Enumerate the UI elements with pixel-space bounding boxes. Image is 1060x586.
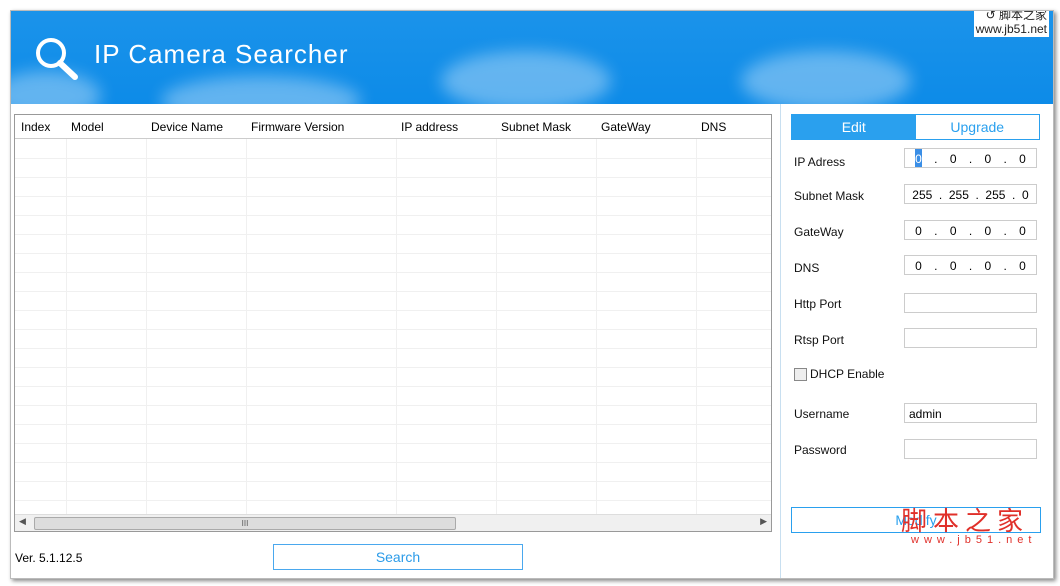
col-mask[interactable]: Subnet Mask bbox=[501, 120, 571, 134]
app-window: IP Camera Searcher ↺ 脚本之家 www.jb51.net In… bbox=[10, 10, 1054, 579]
search-logo-icon bbox=[36, 38, 78, 80]
col-ip[interactable]: IP address bbox=[401, 120, 458, 134]
column-divider bbox=[496, 139, 497, 515]
table-row bbox=[15, 386, 771, 406]
table-row bbox=[15, 424, 771, 444]
dns-field[interactable]: 0.0.0.0 bbox=[904, 255, 1037, 275]
column-divider bbox=[696, 139, 697, 515]
table-row bbox=[15, 139, 771, 159]
watermark-text: 脚本之家 bbox=[901, 507, 1030, 537]
table-row bbox=[15, 310, 771, 330]
column-divider bbox=[396, 139, 397, 515]
scroll-thumb[interactable]: III bbox=[34, 517, 456, 530]
column-divider bbox=[66, 139, 67, 515]
dns-label: DNS bbox=[794, 261, 820, 275]
table-row bbox=[15, 291, 771, 311]
table-row bbox=[15, 234, 771, 254]
column-divider bbox=[246, 139, 247, 515]
version-label: Ver. 5.1.12.5 bbox=[15, 551, 83, 565]
mask-field[interactable]: 255. 255. 255. 0 bbox=[904, 184, 1037, 204]
app-title: IP Camera Searcher bbox=[94, 39, 349, 69]
rtsp-port-label: Rtsp Port bbox=[794, 333, 845, 347]
refresh-icon[interactable]: ↺ bbox=[986, 11, 999, 22]
rtsp-port-field[interactable] bbox=[904, 328, 1037, 348]
column-divider bbox=[146, 139, 147, 515]
table-row bbox=[15, 329, 771, 349]
username-field[interactable]: admin bbox=[904, 403, 1037, 423]
table-row bbox=[15, 272, 771, 292]
password-field[interactable] bbox=[904, 439, 1037, 459]
table-row bbox=[15, 196, 771, 216]
panel-tabs: Edit Upgrade bbox=[791, 114, 1040, 140]
watermark-url: www.jb51.net bbox=[911, 534, 1037, 546]
dhcp-label: DHCP Enable bbox=[810, 367, 885, 381]
http-port-label: Http Port bbox=[794, 297, 842, 311]
col-index[interactable]: Index bbox=[21, 120, 50, 134]
col-device-name[interactable]: Device Name bbox=[151, 120, 223, 134]
dhcp-checkbox[interactable] bbox=[794, 368, 807, 381]
gateway-field[interactable]: 0.0.0.0 bbox=[904, 220, 1037, 240]
ip-label: IP Adress bbox=[794, 155, 846, 169]
password-label: Password bbox=[794, 443, 847, 457]
device-table[interactable]: Index Model Device Name Firmware Version… bbox=[14, 114, 772, 532]
tab-edit[interactable]: Edit bbox=[792, 115, 916, 139]
col-model[interactable]: Model bbox=[71, 120, 104, 134]
ip-field[interactable]: 0.0.0.0 bbox=[904, 148, 1037, 168]
table-row bbox=[15, 215, 771, 235]
table-row bbox=[15, 253, 771, 273]
table-header: Index Model Device Name Firmware Version… bbox=[15, 115, 771, 139]
http-port-field[interactable] bbox=[904, 293, 1037, 313]
gateway-label: GateWay bbox=[794, 225, 844, 239]
tab-upgrade[interactable]: Upgrade bbox=[916, 115, 1040, 139]
table-row bbox=[15, 158, 771, 178]
table-row bbox=[15, 405, 771, 425]
mask-label: Subnet Mask bbox=[794, 189, 865, 203]
table-row bbox=[15, 348, 771, 368]
table-row bbox=[15, 177, 771, 197]
watermark-top: ↺ 脚本之家 www.jb51.net bbox=[973, 11, 1049, 37]
table-row bbox=[15, 367, 771, 387]
horizontal-scrollbar[interactable]: ◀ III ▶ bbox=[15, 514, 771, 531]
username-label: Username bbox=[794, 407, 850, 421]
col-firmware[interactable]: Firmware Version bbox=[251, 120, 344, 134]
header-banner: IP Camera Searcher ↺ 脚本之家 www.jb51.net bbox=[11, 11, 1053, 104]
col-gateway[interactable]: GateWay bbox=[601, 120, 651, 134]
search-button[interactable]: Search bbox=[273, 544, 523, 570]
table-row bbox=[15, 462, 771, 482]
column-divider bbox=[596, 139, 597, 515]
scroll-right-icon[interactable]: ▶ bbox=[760, 516, 767, 527]
table-row bbox=[15, 481, 771, 501]
table-row bbox=[15, 443, 771, 463]
scroll-left-icon[interactable]: ◀ bbox=[19, 516, 26, 527]
divider bbox=[780, 104, 781, 578]
col-dns[interactable]: DNS bbox=[701, 120, 726, 134]
